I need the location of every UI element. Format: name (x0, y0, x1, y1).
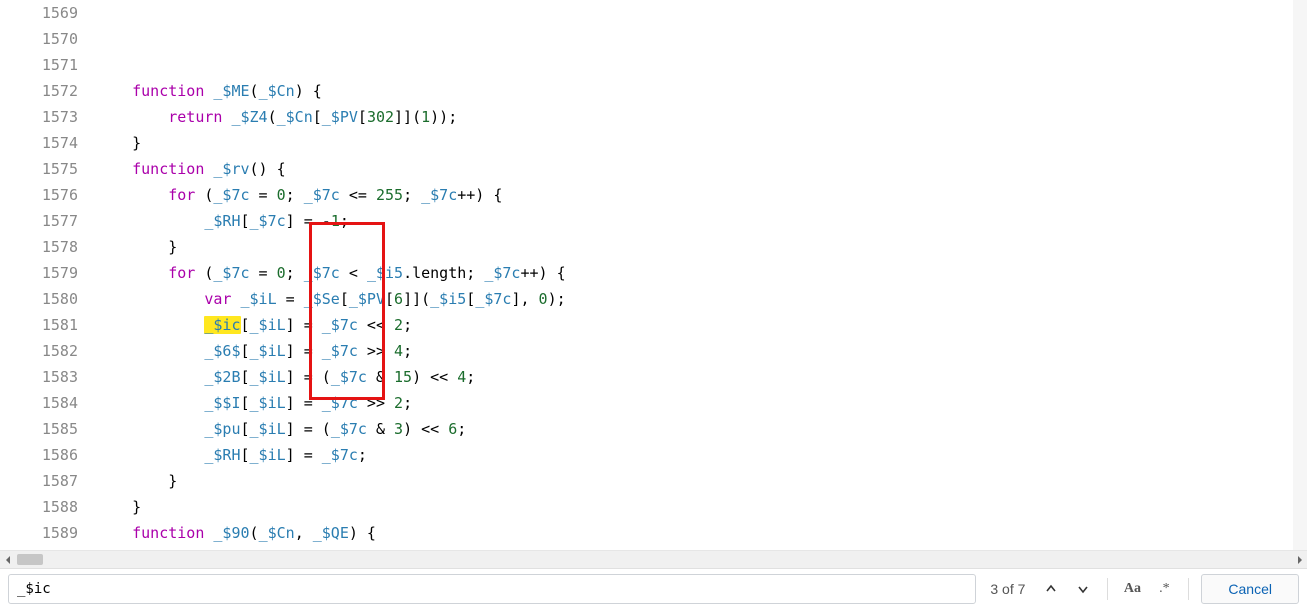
line-number: 1581 (0, 312, 78, 338)
line-number: 1578 (0, 234, 78, 260)
code-line[interactable]: _$RH[_$7c] = -1; (96, 208, 1307, 234)
divider (1107, 578, 1108, 600)
next-match-button[interactable] (1071, 577, 1095, 601)
line-number: 1585 (0, 416, 78, 442)
line-number: 1570 (0, 26, 78, 52)
scroll-right-icon[interactable] (1290, 551, 1307, 568)
scroll-left-icon[interactable] (0, 551, 17, 568)
line-number: 1588 (0, 494, 78, 520)
line-number: 1582 (0, 338, 78, 364)
find-bar: 3 of 7 Aa .* Cancel (0, 568, 1307, 609)
code-line[interactable]: function _$ME(_$Cn) { (96, 78, 1307, 104)
match-count: 3 of 7 (984, 581, 1031, 597)
code-line[interactable]: function _$rv() { (96, 156, 1307, 182)
code-line[interactable]: _$ic[_$iL] = _$7c << 2; (96, 312, 1307, 338)
line-number: 1569 (0, 0, 78, 26)
line-number: 1573 (0, 104, 78, 130)
code-line[interactable]: for (_$7c = 0; _$7c <= 255; _$7c++) { (96, 182, 1307, 208)
line-number: 1583 (0, 364, 78, 390)
scrollbar-thumb[interactable] (17, 554, 43, 565)
code-line[interactable]: } (96, 130, 1307, 156)
divider (1188, 578, 1189, 600)
line-number: 1586 (0, 442, 78, 468)
code-line[interactable]: _$6$[_$iL] = _$7c >> 4; (96, 338, 1307, 364)
regex-toggle[interactable]: .* (1152, 577, 1176, 601)
scrollbar-track[interactable] (17, 551, 1290, 568)
code-editor[interactable]: 1569157015711572157315741575157615771578… (0, 0, 1307, 550)
code-content[interactable]: function _$ME(_$Cn) { return _$Z4(_$Cn[_… (96, 0, 1307, 550)
search-input[interactable] (8, 574, 976, 604)
line-number-gutter: 1569157015711572157315741575157615771578… (0, 0, 96, 550)
code-line[interactable]: } (96, 468, 1307, 494)
code-line[interactable]: var _$iL = _$Se[_$PV[6]](_$i5[_$7c], 0); (96, 286, 1307, 312)
line-number: 1575 (0, 156, 78, 182)
code-line[interactable]: return _$Z4(_$Cn[_$PV[302]](1)); (96, 104, 1307, 130)
code-line[interactable]: function _$90(_$Cn, _$QE) { (96, 520, 1307, 546)
line-number: 1574 (0, 130, 78, 156)
line-number: 1584 (0, 390, 78, 416)
code-line[interactable]: } (96, 234, 1307, 260)
line-number: 1579 (0, 260, 78, 286)
prev-match-button[interactable] (1039, 577, 1063, 601)
code-line[interactable]: _$pu[_$iL] = (_$7c & 3) << 6; (96, 416, 1307, 442)
match-case-toggle[interactable]: Aa (1120, 577, 1144, 601)
line-number: 1587 (0, 468, 78, 494)
code-line[interactable]: _$RH[_$iL] = _$7c; (96, 442, 1307, 468)
line-number: 1589 (0, 520, 78, 546)
line-number: 1576 (0, 182, 78, 208)
code-line[interactable]: _$2B[_$iL] = (_$7c & 15) << 4; (96, 364, 1307, 390)
line-number: 1571 (0, 52, 78, 78)
cancel-button[interactable]: Cancel (1201, 574, 1299, 604)
line-number: 1580 (0, 286, 78, 312)
code-line[interactable]: _$$I[_$iL] = _$7c >> 2; (96, 390, 1307, 416)
line-number: 1577 (0, 208, 78, 234)
horizontal-scrollbar[interactable] (0, 550, 1307, 568)
code-line[interactable]: } (96, 494, 1307, 520)
code-line[interactable]: for (_$7c = 0; _$7c < _$i5.length; _$7c+… (96, 260, 1307, 286)
line-number: 1572 (0, 78, 78, 104)
